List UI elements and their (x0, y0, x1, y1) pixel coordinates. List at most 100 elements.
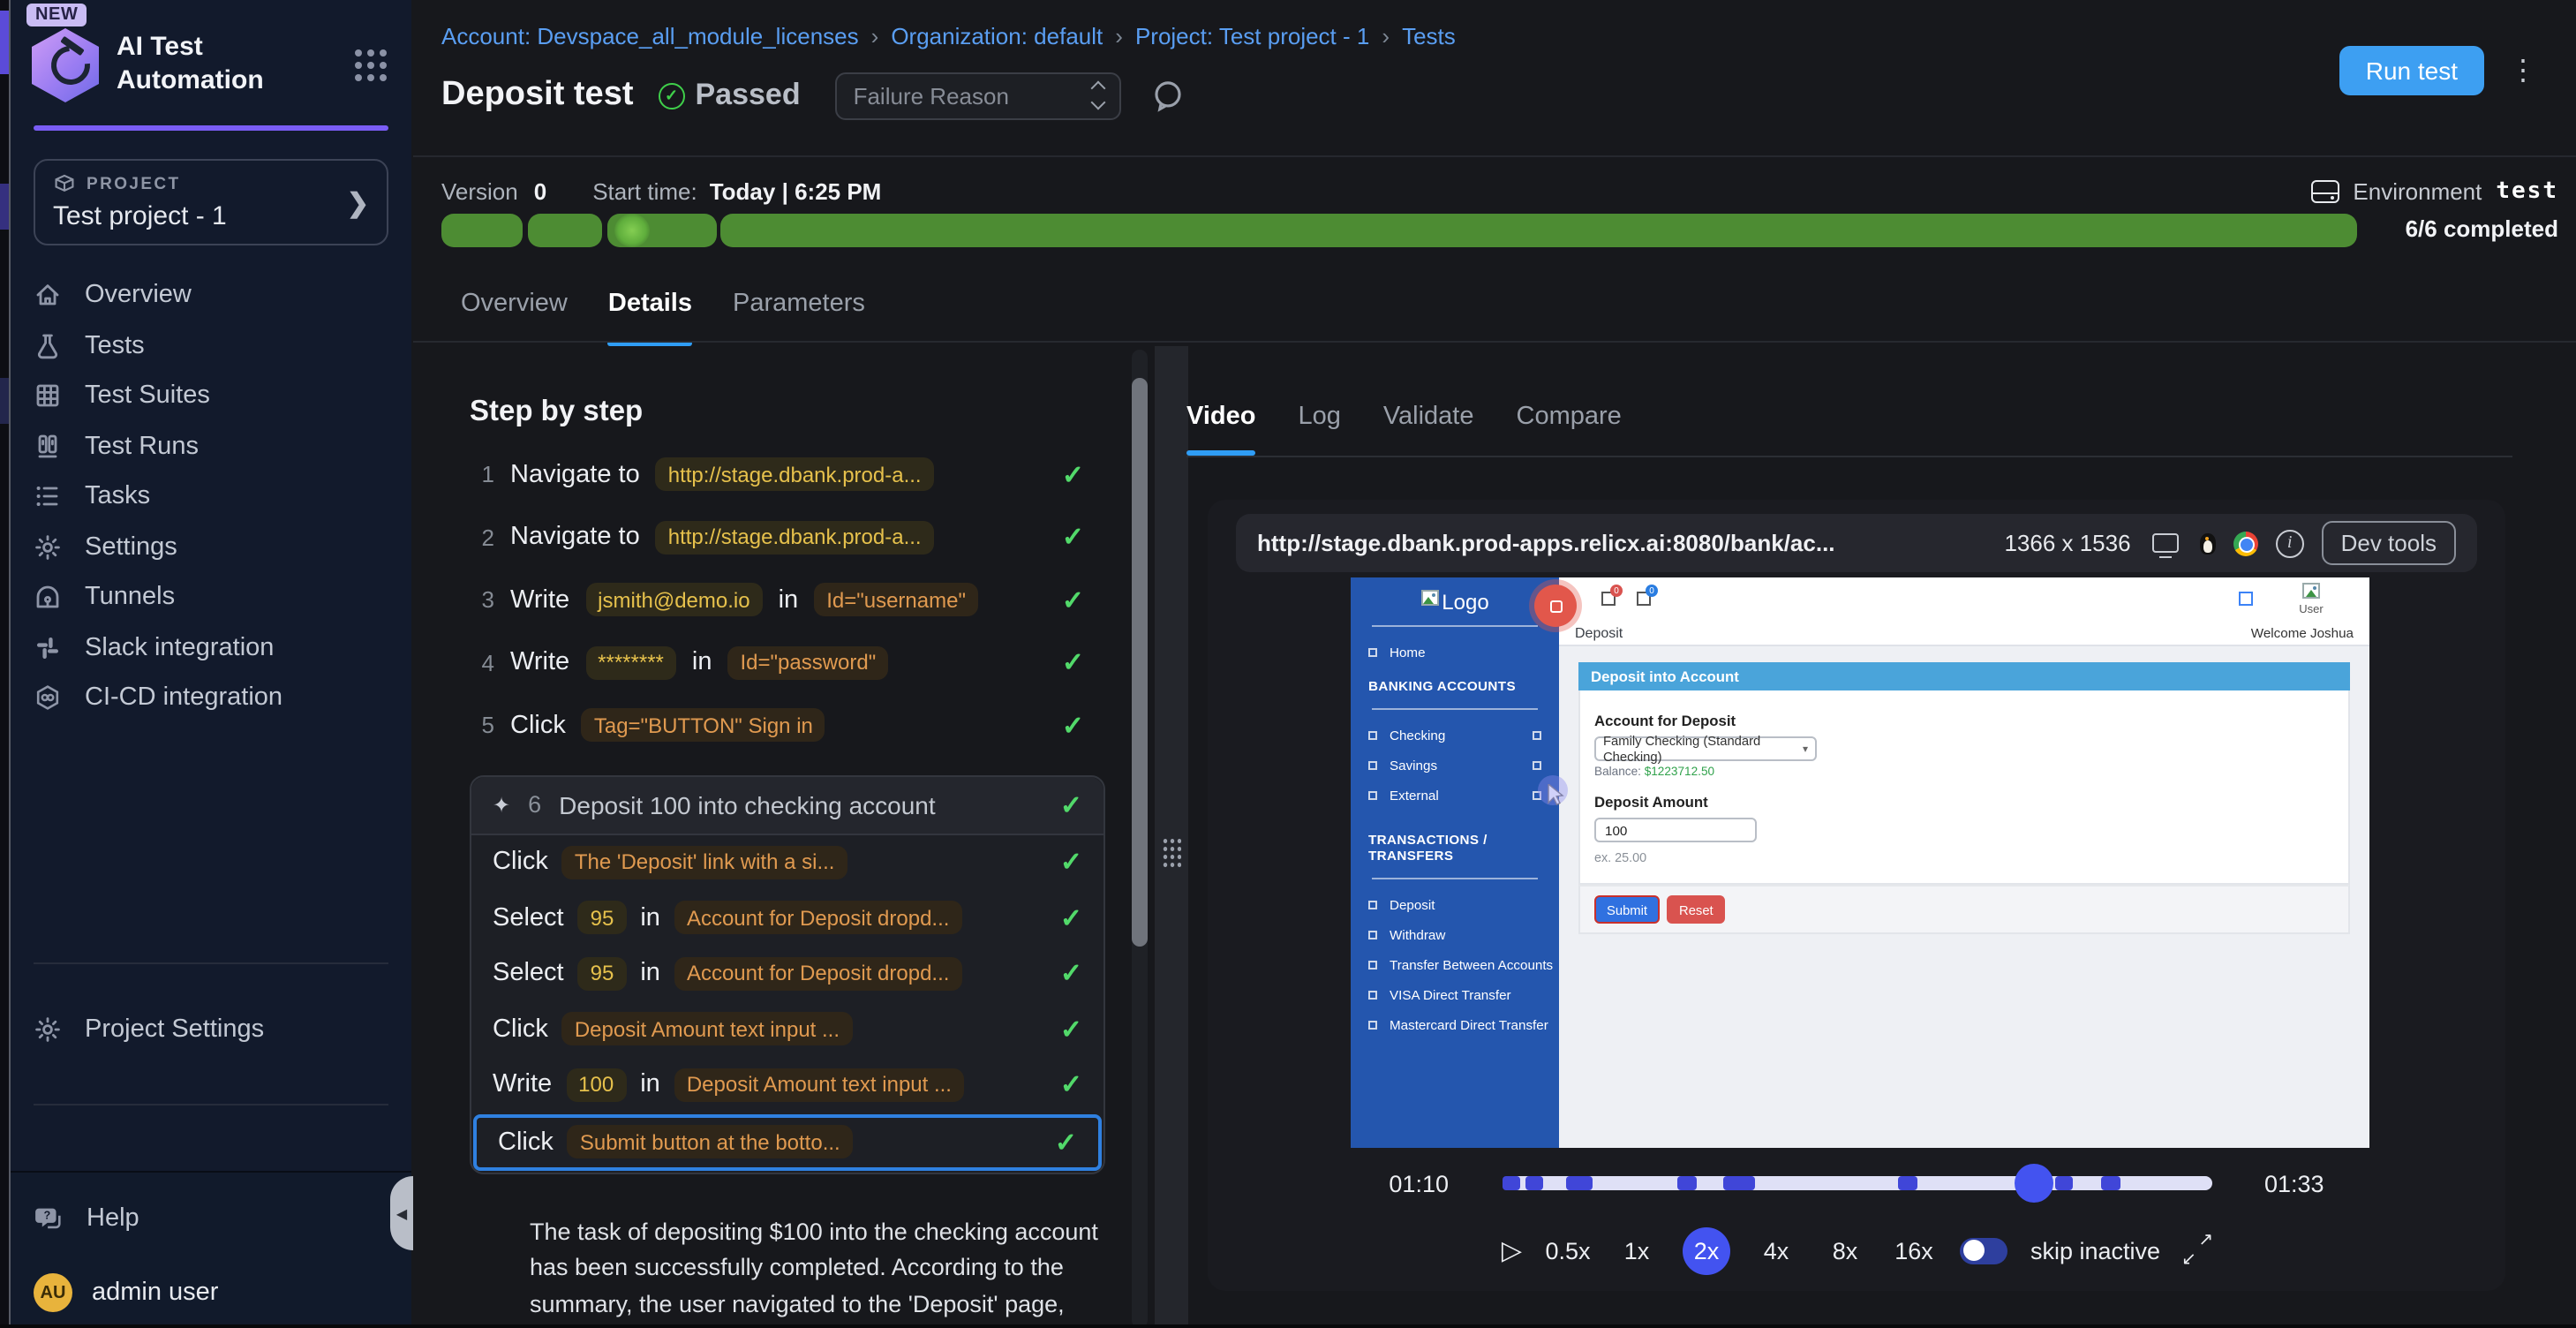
breadcrumb-organization[interactable]: Organization: default (891, 23, 1103, 49)
selector-badge[interactable]: Id="password" (727, 646, 888, 680)
page-url[interactable]: http://stage.dbank.prod-apps.relicx.ai:8… (1257, 530, 1986, 556)
selector-badge[interactable]: Id="username" (814, 584, 978, 617)
breadcrumb-account[interactable]: Account: Devspace_all_module_licenses (441, 23, 859, 49)
value-badge[interactable]: http://stage.dbank.prod-a... (656, 458, 934, 492)
substep-row-selected[interactable]: Click Submit button at the botto... ✓ (473, 1114, 1102, 1170)
bank-nav-transfer[interactable]: Transfer Between Accounts (1351, 950, 1559, 980)
sidebar-item-overview[interactable]: Overview (11, 270, 411, 321)
progress-segment[interactable] (528, 214, 602, 247)
svg-text:?: ? (43, 1208, 50, 1221)
flask-icon (34, 332, 62, 360)
selector-badge[interactable]: Tag="BUTTON" Sign in (582, 709, 825, 743)
check-icon: ✓ (1060, 847, 1082, 879)
bank-nav-checking[interactable]: Checking (1351, 721, 1559, 751)
bank-nav-external[interactable]: External (1351, 781, 1559, 811)
project-selector[interactable]: PROJECT Test project - 1 ❯ (34, 159, 388, 245)
steps-scrollbar[interactable] (1132, 350, 1148, 1328)
bank-nav-withdraw[interactable]: Withdraw (1351, 920, 1559, 950)
dev-tools-button[interactable]: Dev tools (2322, 521, 2456, 565)
kebab-menu-icon[interactable]: ⋮ (2509, 53, 2537, 88)
message-icon[interactable]: 0 (1637, 592, 1651, 606)
speed-1x[interactable]: 1x (1614, 1237, 1660, 1264)
video-frame[interactable]: Logo Home BANKING ACCOUNTS Checking Savi… (1351, 577, 2369, 1148)
breadcrumb-project[interactable]: Project: Test project - 1 (1135, 23, 1369, 49)
sidebar-item-test-suites[interactable]: Test Suites (11, 371, 411, 421)
value-badge[interactable]: jsmith@demo.io (585, 584, 762, 617)
breadcrumb-tests[interactable]: Tests (1402, 23, 1456, 49)
progress-segment[interactable] (607, 214, 717, 247)
selector-badge[interactable]: Deposit Amount text input ... (674, 1068, 964, 1102)
bank-nav-visa[interactable]: VISA Direct Transfer (1351, 980, 1559, 1010)
speed-2x[interactable]: 2x (1683, 1226, 1730, 1274)
substep-row[interactable]: Click The 'Deposit' link with a si... ✓ (471, 834, 1103, 890)
progress-segment[interactable] (441, 214, 523, 247)
sidebar-collapse-handle[interactable]: ◀ (390, 1176, 413, 1250)
bank-nav-mastercard[interactable]: Mastercard Direct Transfer (1351, 1010, 1559, 1040)
selector-badge[interactable]: Account for Deposit dropd... (674, 902, 962, 935)
step-row-4[interactable]: 4 Write ******** in Id="password" ✓ (452, 631, 1141, 694)
tab-log[interactable]: Log (1298, 403, 1340, 456)
speed-0-5x[interactable]: 0.5x (1545, 1237, 1591, 1264)
speed-4x[interactable]: 4x (1753, 1237, 1799, 1264)
sidebar-item-tasks[interactable]: Tasks (11, 472, 411, 522)
bank-nav-deposit[interactable]: Deposit (1351, 890, 1559, 920)
selector-badge[interactable]: Deposit Amount text input ... (562, 1013, 852, 1046)
tab-details[interactable]: Details (608, 290, 692, 346)
timeline-thumb[interactable] (2015, 1164, 2053, 1203)
sidebar-item-project-settings[interactable]: Project Settings (11, 1005, 411, 1055)
user-menu[interactable]: AU admin user (11, 1257, 411, 1328)
deposit-amount-input[interactable]: 100 (1594, 818, 1757, 842)
bank-submit-button[interactable]: Submit (1594, 895, 1660, 924)
fullscreen-icon[interactable]: ↗↙ (2183, 1236, 2211, 1264)
value-badge[interactable]: http://stage.dbank.prod-a... (656, 521, 934, 555)
selector-badge[interactable]: Account for Deposit dropd... (674, 957, 962, 991)
account-select[interactable]: Family Checking (Standard Checking)▾ (1594, 736, 1817, 761)
panel-splitter[interactable] (1155, 346, 1188, 1328)
sidebar-item-tunnels[interactable]: Tunnels (11, 572, 411, 622)
selector-badge[interactable]: Submit button at the botto... (568, 1126, 853, 1159)
substep-row[interactable]: Select 95 in Account for Deposit dropd..… (471, 890, 1103, 946)
value-badge[interactable]: ******** (585, 646, 676, 680)
apps-grid-icon[interactable] (355, 49, 387, 81)
timeline-track[interactable] (1502, 1176, 2211, 1190)
bank-nav-savings[interactable]: Savings (1351, 751, 1559, 781)
sidebar-item-tests[interactable]: Tests (11, 321, 411, 371)
sidebar-item-slack-integration[interactable]: Slack integration (11, 622, 411, 673)
value-badge[interactable]: 95 (578, 957, 627, 991)
tab-compare[interactable]: Compare (1517, 403, 1622, 456)
sidebar-item-settings[interactable]: Settings (11, 522, 411, 572)
comment-icon[interactable] (1150, 77, 1187, 114)
step-row-3[interactable]: 3 Write jsmith@demo.io in Id="username" … (452, 569, 1141, 631)
sidebar-item-cicd-integration[interactable]: CI-CD integration (11, 673, 411, 723)
run-test-button[interactable]: Run test (2339, 46, 2484, 95)
info-icon[interactable]: i (2276, 529, 2304, 557)
failure-reason-select[interactable]: Failure Reason (836, 72, 1122, 119)
tab-parameters[interactable]: Parameters (733, 290, 865, 346)
step-group-header[interactable]: ✦ 6 Deposit 100 into checking account ✓ (471, 776, 1103, 834)
value-badge[interactable]: 100 (566, 1068, 626, 1102)
step-row-1[interactable]: 1 Navigate to http://stage.dbank.prod-a.… (452, 443, 1141, 506)
sidebar-item-help[interactable]: ? Help (11, 1180, 411, 1257)
substep-row[interactable]: Select 95 in Account for Deposit dropd..… (471, 946, 1103, 1001)
steps-scrollbar-thumb[interactable] (1132, 378, 1148, 947)
topbar-square-icon[interactable] (2239, 592, 2253, 606)
notification-icon[interactable]: 0 (1601, 592, 1616, 606)
selector-badge[interactable]: The 'Deposit' link with a si... (562, 846, 847, 879)
value-badge[interactable]: 95 (578, 902, 627, 935)
substep-row[interactable]: Click Deposit Amount text input ... ✓ (471, 1001, 1103, 1057)
speed-16x[interactable]: 16x (1891, 1237, 1937, 1264)
tab-validate[interactable]: Validate (1383, 403, 1474, 456)
progress-segment[interactable] (720, 214, 2357, 247)
step-row-2[interactable]: 2 Navigate to http://stage.dbank.prod-a.… (452, 506, 1141, 569)
bank-nav-home[interactable]: Home (1351, 638, 1559, 668)
start-time-value: Today | 6:25 PM (710, 177, 882, 204)
skip-inactive-toggle[interactable] (1960, 1237, 2007, 1264)
tab-overview[interactable]: Overview (461, 290, 568, 346)
substep-row[interactable]: Write 100 in Deposit Amount text input .… (471, 1057, 1103, 1113)
step-row-5[interactable]: 5 Click Tag="BUTTON" Sign in ✓ (452, 694, 1141, 757)
play-icon[interactable]: ▷ (1502, 1234, 1522, 1266)
bank-reset-button[interactable]: Reset (1667, 895, 1726, 924)
tab-video[interactable]: Video (1186, 403, 1255, 456)
sidebar-item-test-runs[interactable]: Test Runs (11, 421, 411, 472)
speed-8x[interactable]: 8x (1822, 1237, 1868, 1264)
